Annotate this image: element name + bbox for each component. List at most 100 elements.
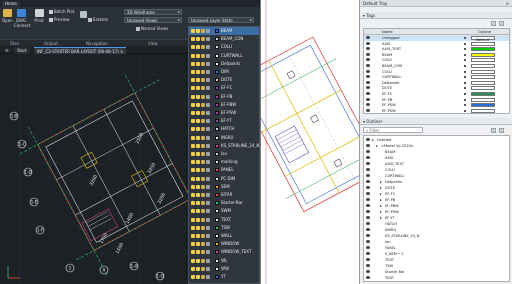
eye-icon[interactable] [366,41,370,45]
layer-row[interactable]: PANEL [189,166,259,174]
bulb-icon[interactable] [191,102,195,107]
tags-section-header[interactable]: ▾ Tags [360,12,512,19]
eye-icon[interactable] [366,192,370,195]
bulb-icon[interactable] [191,135,195,140]
eye-icon[interactable] [366,204,370,207]
eye-icon[interactable] [366,103,370,107]
sun-icon[interactable] [196,275,200,279]
sun-icon[interactable] [196,242,200,247]
tab-home[interactable]: Home [2,1,20,7]
layer-color-swatch[interactable] [215,152,219,156]
plot-icon[interactable] [206,61,210,66]
layer-color-swatch[interactable] [215,160,219,165]
sun-icon[interactable] [196,61,200,66]
tag-color-swatch[interactable] [471,97,495,102]
sun-icon[interactable] [196,160,200,165]
layer-color-swatch[interactable] [215,234,219,238]
plot-icon[interactable] [206,234,210,238]
lock-icon[interactable] [201,152,205,156]
layer-color-swatch[interactable] [215,127,219,132]
bulb-icon[interactable] [191,127,195,132]
layer-color-swatch[interactable] [215,250,219,255]
bulb-icon[interactable] [191,258,195,263]
tag-color-swatch[interactable] [471,64,495,68]
sun-icon[interactable] [196,127,200,132]
eye-icon[interactable] [366,240,370,243]
tag-color-swatch[interactable] [471,108,495,113]
sun-icon[interactable] [196,78,200,83]
layer-row[interactable]: WINDOW_TEXT [189,248,259,256]
bulb-icon[interactable] [191,94,195,99]
tag-color-swatch[interactable] [471,75,495,80]
plot-icon[interactable] [206,78,210,83]
eye-icon[interactable] [366,75,370,79]
eye-icon[interactable] [366,228,370,231]
dwg-connect-button[interactable]: DWG Connect [14,9,31,28]
layer-color-swatch[interactable] [215,176,219,181]
outliner-section-header[interactable]: ▾ Outliner [360,118,512,125]
eye-icon[interactable] [366,180,370,183]
named-views-button[interactable]: Named Views [136,26,168,31]
eye-icon[interactable] [366,258,370,261]
drawing-canvas-dark[interactable]: 1-B 1-C 1-D 1-E 1-F 2 A 1-A 1-G 3200 175… [0,54,190,284]
eye-icon[interactable] [366,138,370,141]
layer-row[interactable]: SEM [189,183,259,191]
eye-icon[interactable] [366,168,370,171]
layer-row[interactable]: marking [189,158,259,166]
tag-row[interactable]: EF-PSW [364,108,509,113]
sun-icon[interactable] [196,152,200,156]
lock-icon[interactable] [201,160,205,165]
lock-icon[interactable] [201,135,205,140]
eye-icon[interactable] [366,86,370,90]
outliner-item[interactable]: TEXT [364,275,509,281]
layer-color-swatch[interactable] [215,135,219,140]
lock-icon[interactable] [201,127,205,132]
sun-icon[interactable] [196,234,200,238]
sun-icon[interactable] [196,225,200,230]
bulb-icon[interactable] [191,78,195,83]
sun-icon[interactable] [196,250,200,255]
sun-icon[interactable] [196,86,200,91]
tag-color-swatch[interactable] [471,58,495,63]
layer-row[interactable]: TSW [189,224,259,232]
sun-icon[interactable] [196,135,200,140]
layer-row[interactable]: EF-PSW [189,109,259,117]
tag-color-swatch[interactable] [471,47,495,52]
lock-icon[interactable] [201,168,205,173]
layer-color-swatch[interactable] [215,78,219,83]
plot-icon[interactable] [206,160,210,165]
layer-state-dropdown[interactable]: Unsaved Layer State ▼ [188,17,254,23]
layer-row[interactable]: PC DIM [189,175,259,183]
eye-icon[interactable] [366,64,370,67]
plot-icon[interactable] [206,37,210,42]
layer-row[interactable]: TEXT [189,216,259,224]
outliner-options-icon[interactable] [491,128,496,133]
preview-button[interactable]: Preview [49,17,70,22]
layer-row[interactable]: EF-FC [189,84,259,92]
bulb-icon[interactable] [191,45,195,50]
bulb-icon[interactable] [191,37,195,42]
bulb-icon[interactable] [191,242,195,247]
layer-color-swatch[interactable] [215,193,219,197]
sun-icon[interactable] [196,143,200,148]
bulb-icon[interactable] [191,70,195,74]
eye-icon[interactable] [366,252,370,255]
plot-icon[interactable] [206,275,210,279]
plot-icon[interactable] [206,86,210,91]
sun-icon[interactable] [196,45,200,50]
plot-icon[interactable] [206,193,210,197]
layer-color-swatch[interactable] [215,45,219,50]
lock-icon[interactable] [201,176,205,181]
eye-icon[interactable] [366,216,370,219]
sun-icon[interactable] [196,209,200,214]
bulb-icon[interactable] [191,152,195,156]
sun-icon[interactable] [196,217,200,222]
eye-icon[interactable] [366,222,370,225]
bulb-icon[interactable] [191,168,195,173]
tag-color-swatch[interactable] [471,92,495,96]
eye-icon[interactable] [366,150,370,153]
pan-button[interactable] [78,11,88,19]
lock-icon[interactable] [201,61,205,66]
layer-color-swatch[interactable] [215,53,219,58]
eye-icon[interactable] [366,47,370,51]
